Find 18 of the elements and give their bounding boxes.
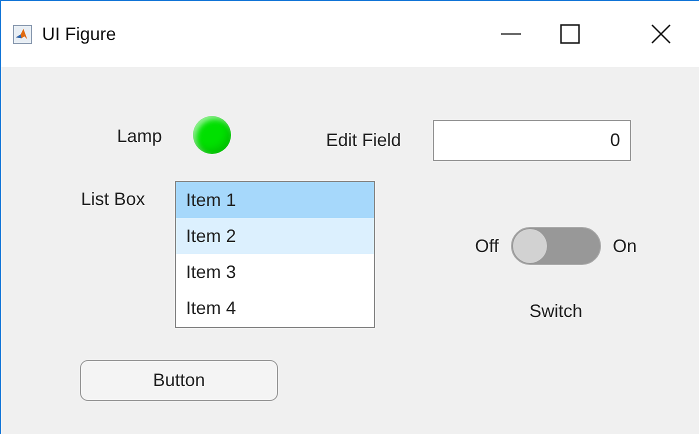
- edit-field-label: Edit Field: [326, 130, 402, 150]
- list-item[interactable]: Item 4: [176, 290, 374, 326]
- maximize-icon[interactable]: [560, 24, 580, 44]
- list-box[interactable]: Item 1 Item 2 Item 3 Item 4: [175, 181, 376, 328]
- lamp-label: Lamp: [117, 126, 162, 146]
- close-icon[interactable]: [651, 24, 671, 44]
- list-item[interactable]: Item 3: [176, 254, 374, 290]
- switch-label: Switch: [529, 301, 582, 322]
- list-item[interactable]: Item 2: [176, 218, 374, 254]
- push-button[interactable]: Button: [80, 360, 278, 401]
- off-label: Off: [475, 236, 499, 256]
- edit-field[interactable]: 0: [433, 120, 632, 160]
- app-icon: [13, 24, 32, 44]
- on-label: On: [612, 236, 637, 256]
- toggle-switch[interactable]: [510, 227, 601, 265]
- list-box-label: List Box: [81, 189, 146, 211]
- list-item[interactable]: Item 1: [176, 182, 374, 218]
- window-title: UI Figure: [42, 24, 116, 44]
